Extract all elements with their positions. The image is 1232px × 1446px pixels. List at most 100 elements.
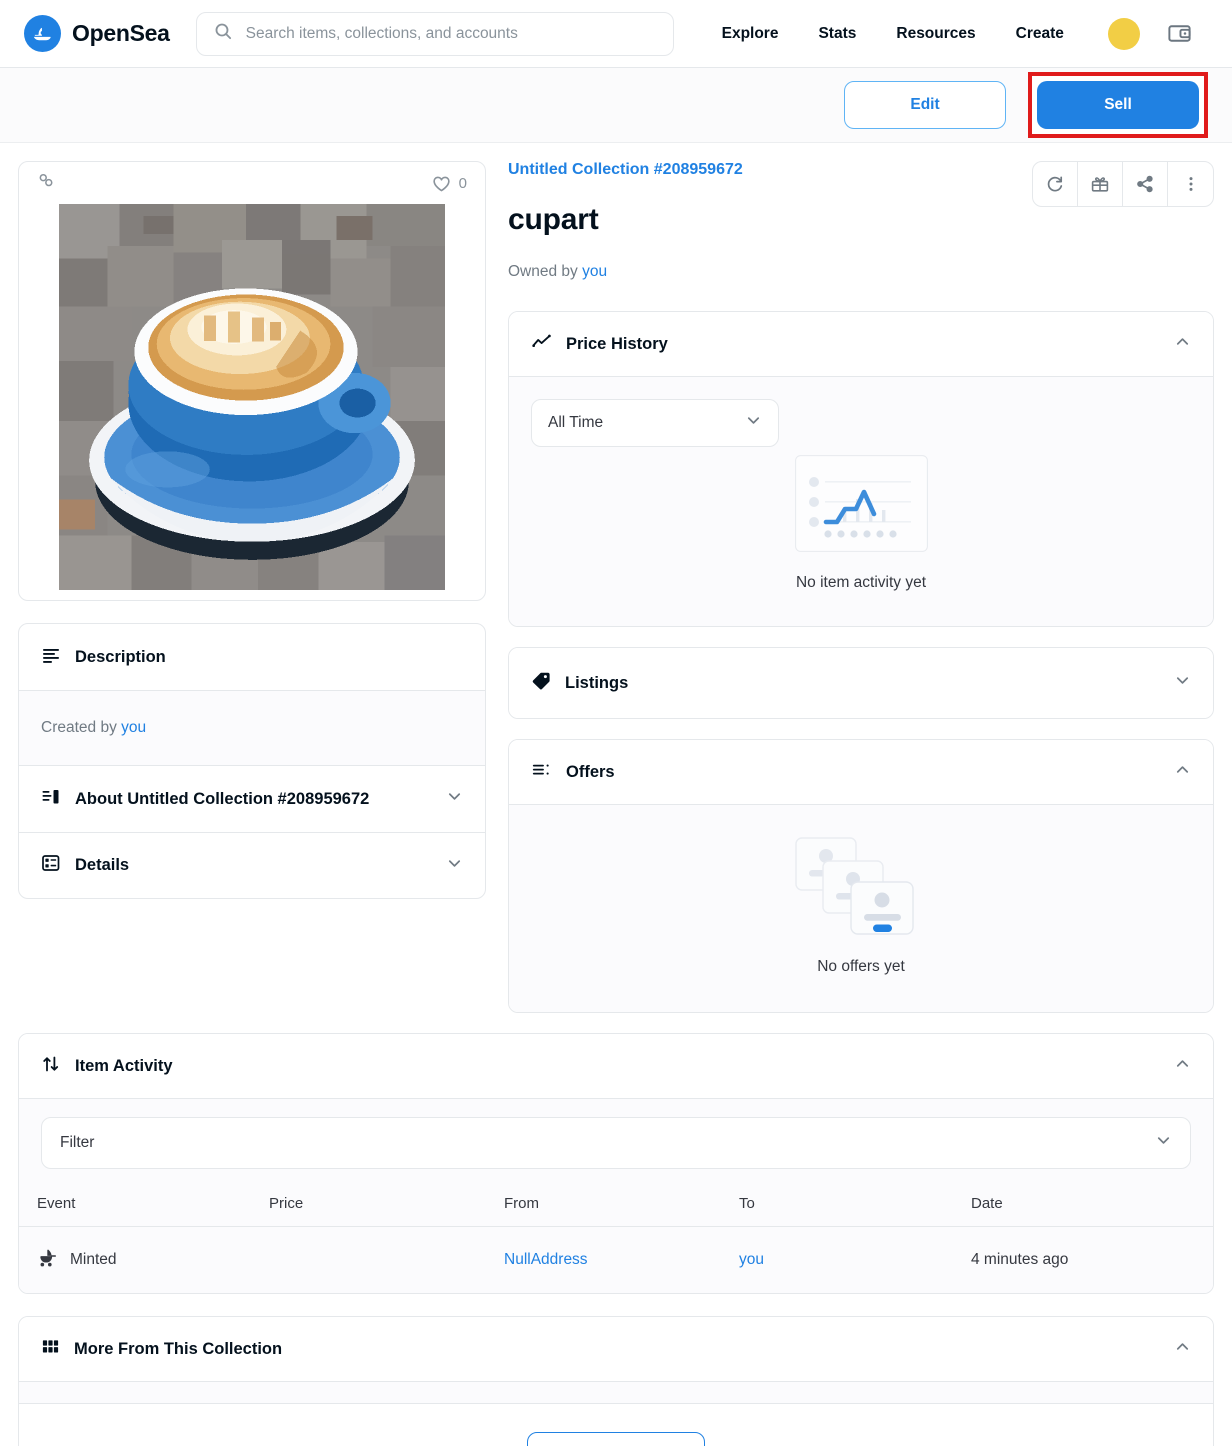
owner-line: Owned by you bbox=[508, 263, 743, 281]
chevron-up-icon[interactable] bbox=[1174, 761, 1191, 783]
activity-header-row: Event Price From To Date bbox=[19, 1185, 1213, 1227]
item-actions-group bbox=[1032, 161, 1214, 207]
filter-placeholder: Filter bbox=[60, 1134, 95, 1151]
nav-item-stats[interactable]: Stats bbox=[798, 25, 876, 43]
gift-icon[interactable] bbox=[1078, 162, 1123, 206]
filter-wrapper: Filter bbox=[19, 1099, 1213, 1185]
chevron-down-icon bbox=[446, 855, 463, 877]
more-vertical-icon[interactable] bbox=[1168, 162, 1213, 206]
offers-list-icon bbox=[531, 759, 552, 785]
description-header[interactable]: Description bbox=[19, 624, 485, 690]
chevron-up-icon[interactable] bbox=[1174, 1338, 1191, 1360]
cell-to: you bbox=[739, 1226, 971, 1293]
avatar[interactable] bbox=[1107, 17, 1140, 50]
about-collection-icon bbox=[41, 787, 61, 812]
view-collection-footer: View collection bbox=[19, 1403, 1213, 1446]
column-header-event: Event bbox=[19, 1185, 269, 1227]
item-title-block: Untitled Collection #208959672 cupart Ow… bbox=[508, 161, 743, 281]
nav-item-resources[interactable]: Resources bbox=[876, 25, 995, 43]
grid-icon bbox=[41, 1337, 60, 1361]
wallet-icon[interactable] bbox=[1164, 18, 1196, 50]
description-title: Description bbox=[75, 647, 166, 666]
cell-date: 4 minutes ago bbox=[971, 1226, 1213, 1293]
details-title: Details bbox=[75, 856, 130, 874]
heart-icon bbox=[432, 176, 450, 191]
item-activity-body: Filter Event Price From To Date Minted N… bbox=[19, 1098, 1213, 1293]
price-history-header[interactable]: Price History bbox=[509, 312, 1213, 376]
nav-item-explore[interactable]: Explore bbox=[702, 25, 799, 43]
item-activity-title: Item Activity bbox=[75, 1056, 173, 1075]
view-collection-button[interactable]: View collection bbox=[527, 1432, 705, 1446]
offers-empty-text: No offers yet bbox=[817, 958, 905, 975]
column-header-price: Price bbox=[269, 1185, 504, 1227]
tag-icon bbox=[531, 671, 551, 696]
about-collection-title: About Untitled Collection #208959672 bbox=[75, 789, 370, 808]
top-navigation-bar: OpenSea Search items, collections, and a… bbox=[0, 0, 1232, 68]
cards-stack-icon bbox=[794, 837, 928, 942]
more-from-collection-section: More From This Collection View collectio… bbox=[0, 1294, 1232, 1446]
nft-image[interactable] bbox=[59, 204, 445, 590]
chevron-down-icon[interactable] bbox=[1174, 672, 1191, 694]
owner-link[interactable]: you bbox=[582, 263, 607, 280]
left-column: 0 Description Created by you About Untit… bbox=[18, 161, 486, 1033]
chevron-down-icon bbox=[745, 412, 762, 434]
about-collection-header[interactable]: About Untitled Collection #208959672 bbox=[19, 766, 485, 832]
sell-button[interactable]: Sell bbox=[1037, 81, 1199, 129]
collection-link[interactable]: Untitled Collection #208959672 bbox=[508, 161, 743, 179]
listings-panel: Listings bbox=[508, 647, 1214, 719]
more-from-collection-header[interactable]: More From This Collection bbox=[19, 1317, 1213, 1381]
item-activity-section: Item Activity Filter Event Price From To… bbox=[0, 1033, 1232, 1294]
column-header-from: From bbox=[504, 1185, 739, 1227]
column-header-date: Date bbox=[971, 1185, 1213, 1227]
chevron-up-icon[interactable] bbox=[1174, 1055, 1191, 1077]
time-range-value: All Time bbox=[548, 414, 604, 431]
favorite-count: 0 bbox=[458, 174, 467, 192]
event-label: Minted bbox=[70, 1251, 117, 1268]
activity-table: Event Price From To Date Minted NullAddr… bbox=[19, 1185, 1213, 1293]
listings-header[interactable]: Listings bbox=[509, 648, 1213, 718]
to-link[interactable]: you bbox=[739, 1251, 764, 1268]
price-history-body: All Time No item activity yet bbox=[509, 376, 1213, 626]
filter-select[interactable]: Filter bbox=[41, 1117, 1191, 1169]
details-header[interactable]: Details bbox=[19, 832, 485, 898]
table-row: Minted NullAddress you 4 minutes ago bbox=[19, 1226, 1213, 1293]
time-range-select[interactable]: All Time bbox=[531, 399, 779, 447]
search-icon bbox=[214, 22, 233, 46]
search-input[interactable]: Search items, collections, and accounts bbox=[195, 11, 674, 56]
trending-chart-icon bbox=[531, 331, 552, 357]
nav-right-actions bbox=[1098, 17, 1196, 50]
chevron-up-icon[interactable] bbox=[1174, 333, 1191, 355]
offers-panel: Offers No offers yet bbox=[508, 739, 1214, 1013]
page-content: 0 Description Created by you About Untit… bbox=[0, 143, 1232, 1033]
nft-card-toolbar: 0 bbox=[19, 162, 485, 204]
page-title: cupart bbox=[508, 203, 599, 236]
item-action-bar: Edit Sell bbox=[0, 68, 1232, 143]
brand-name: OpenSea bbox=[72, 20, 170, 46]
activity-table-body: Minted NullAddress you 4 minutes ago bbox=[19, 1226, 1213, 1293]
chevron-down-icon bbox=[1155, 1132, 1172, 1154]
nft-media-card: 0 bbox=[18, 161, 486, 601]
edit-button[interactable]: Edit bbox=[844, 81, 1006, 129]
stroller-mint-icon bbox=[37, 1247, 58, 1273]
price-history-empty-state: No item activity yet bbox=[531, 455, 1191, 592]
more-from-collection-panel: More From This Collection View collectio… bbox=[18, 1316, 1214, 1446]
item-activity-panel: Item Activity Filter Event Price From To… bbox=[18, 1033, 1214, 1294]
share-icon[interactable] bbox=[1123, 162, 1168, 206]
transfer-arrows-icon bbox=[41, 1054, 61, 1079]
description-panel: Description Created by you About Untitle… bbox=[18, 623, 486, 899]
nav-item-create[interactable]: Create bbox=[996, 25, 1084, 43]
item-activity-header[interactable]: Item Activity bbox=[19, 1034, 1213, 1098]
refresh-icon[interactable] bbox=[1033, 162, 1078, 206]
activity-table-head: Event Price From To Date bbox=[19, 1185, 1213, 1227]
search-placeholder: Search items, collections, and accounts bbox=[245, 24, 518, 42]
sell-button-highlight: Sell bbox=[1028, 72, 1208, 138]
brand-logo-link[interactable]: OpenSea bbox=[16, 15, 170, 52]
offers-empty-state: No offers yet bbox=[509, 837, 1213, 976]
price-history-empty-text: No item activity yet bbox=[795, 574, 927, 591]
favorite-button[interactable]: 0 bbox=[431, 173, 467, 194]
chart-placeholder-icon bbox=[794, 455, 928, 557]
from-link[interactable]: NullAddress bbox=[504, 1251, 588, 1268]
cell-price bbox=[269, 1226, 504, 1293]
created-by-link[interactable]: you bbox=[121, 719, 146, 736]
offers-header[interactable]: Offers bbox=[509, 740, 1213, 804]
